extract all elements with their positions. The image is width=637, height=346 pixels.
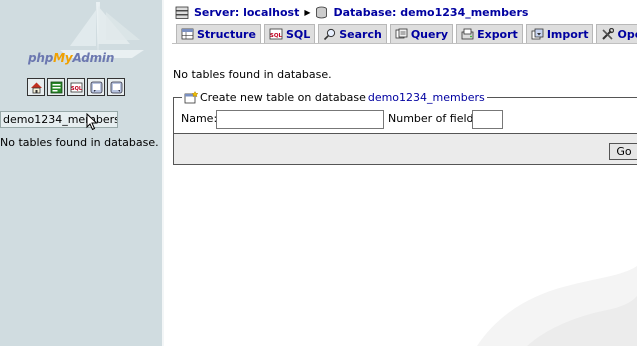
navigation-icon-bar: SQL	[27, 78, 125, 96]
breadcrumb: Server: localhost ▶ Database: demo1234_m…	[175, 4, 528, 20]
tab-import[interactable]: Import	[525, 24, 594, 43]
main-frame: Server: localhost ▶ Database: demo1234_m…	[164, 0, 637, 346]
create-table-fieldset: Create new table on database demo1234_me…	[173, 91, 637, 165]
svg-text:SQL: SQL	[70, 86, 82, 92]
breadcrumb-separator: ▶	[304, 7, 311, 17]
go-button[interactable]: Go	[609, 143, 637, 160]
home-icon	[30, 82, 42, 93]
help-icon	[110, 81, 122, 93]
operations-icon	[602, 27, 615, 40]
import-icon	[531, 28, 544, 40]
query-icon	[395, 28, 408, 39]
phpmyadmin-logo[interactable]: phpMyAdmin	[28, 51, 114, 65]
no-tables-message: No tables found in database.	[173, 68, 332, 81]
sql-icon: SQL	[70, 82, 82, 92]
tab-structure[interactable]: Structure	[176, 24, 261, 43]
tab-query[interactable]: Query	[389, 24, 454, 43]
query-window-icon	[50, 81, 62, 93]
tab-bar: Structure SQL SQL Search Query Export Im…	[176, 24, 637, 43]
docs-icon	[90, 81, 102, 93]
tab-sql[interactable]: SQL SQL	[263, 24, 316, 43]
table-name-input[interactable]	[216, 110, 384, 129]
number-of-fields-label: Number of fields:	[388, 112, 483, 125]
query-window-button[interactable]	[47, 78, 65, 96]
mouse-cursor-icon	[86, 113, 98, 131]
table-name-label: Name:	[181, 112, 218, 125]
tab-operations[interactable]: Operations	[596, 24, 637, 43]
create-table-legend: Create new table on database demo1234_me…	[182, 91, 487, 104]
docs-button[interactable]	[87, 78, 105, 96]
structure-icon	[181, 28, 194, 40]
new-table-icon	[184, 91, 198, 104]
search-icon	[324, 28, 336, 40]
server-icon	[175, 6, 189, 19]
database-icon	[316, 6, 328, 18]
breadcrumb-server-link[interactable]: Server: localhost	[194, 6, 299, 19]
navigation-frame: phpMyAdmin SQL demo1234_members (0) No t…	[0, 0, 162, 346]
svg-text:SQL: SQL	[270, 33, 283, 39]
tab-underline	[172, 43, 637, 44]
background-watermark-graphic	[477, 266, 637, 346]
create-table-form-row: Create new table on database demo1234_me…	[174, 91, 637, 134]
legend-database-name: demo1234_members	[367, 91, 485, 104]
tab-search[interactable]: Search	[318, 24, 387, 43]
sql-icon: SQL	[269, 28, 283, 40]
database-select[interactable]: demo1234_members (0)	[0, 111, 118, 128]
export-icon	[461, 28, 474, 40]
tab-export[interactable]: Export	[456, 24, 523, 43]
navigation-empty-message: No tables found in database.	[0, 136, 159, 149]
number-of-fields-input[interactable]	[472, 110, 503, 129]
sql-button[interactable]: SQL	[67, 78, 85, 96]
help-button[interactable]	[107, 78, 125, 96]
breadcrumb-database-link[interactable]: Database: demo1234_members	[333, 6, 528, 19]
home-button[interactable]	[27, 78, 45, 96]
